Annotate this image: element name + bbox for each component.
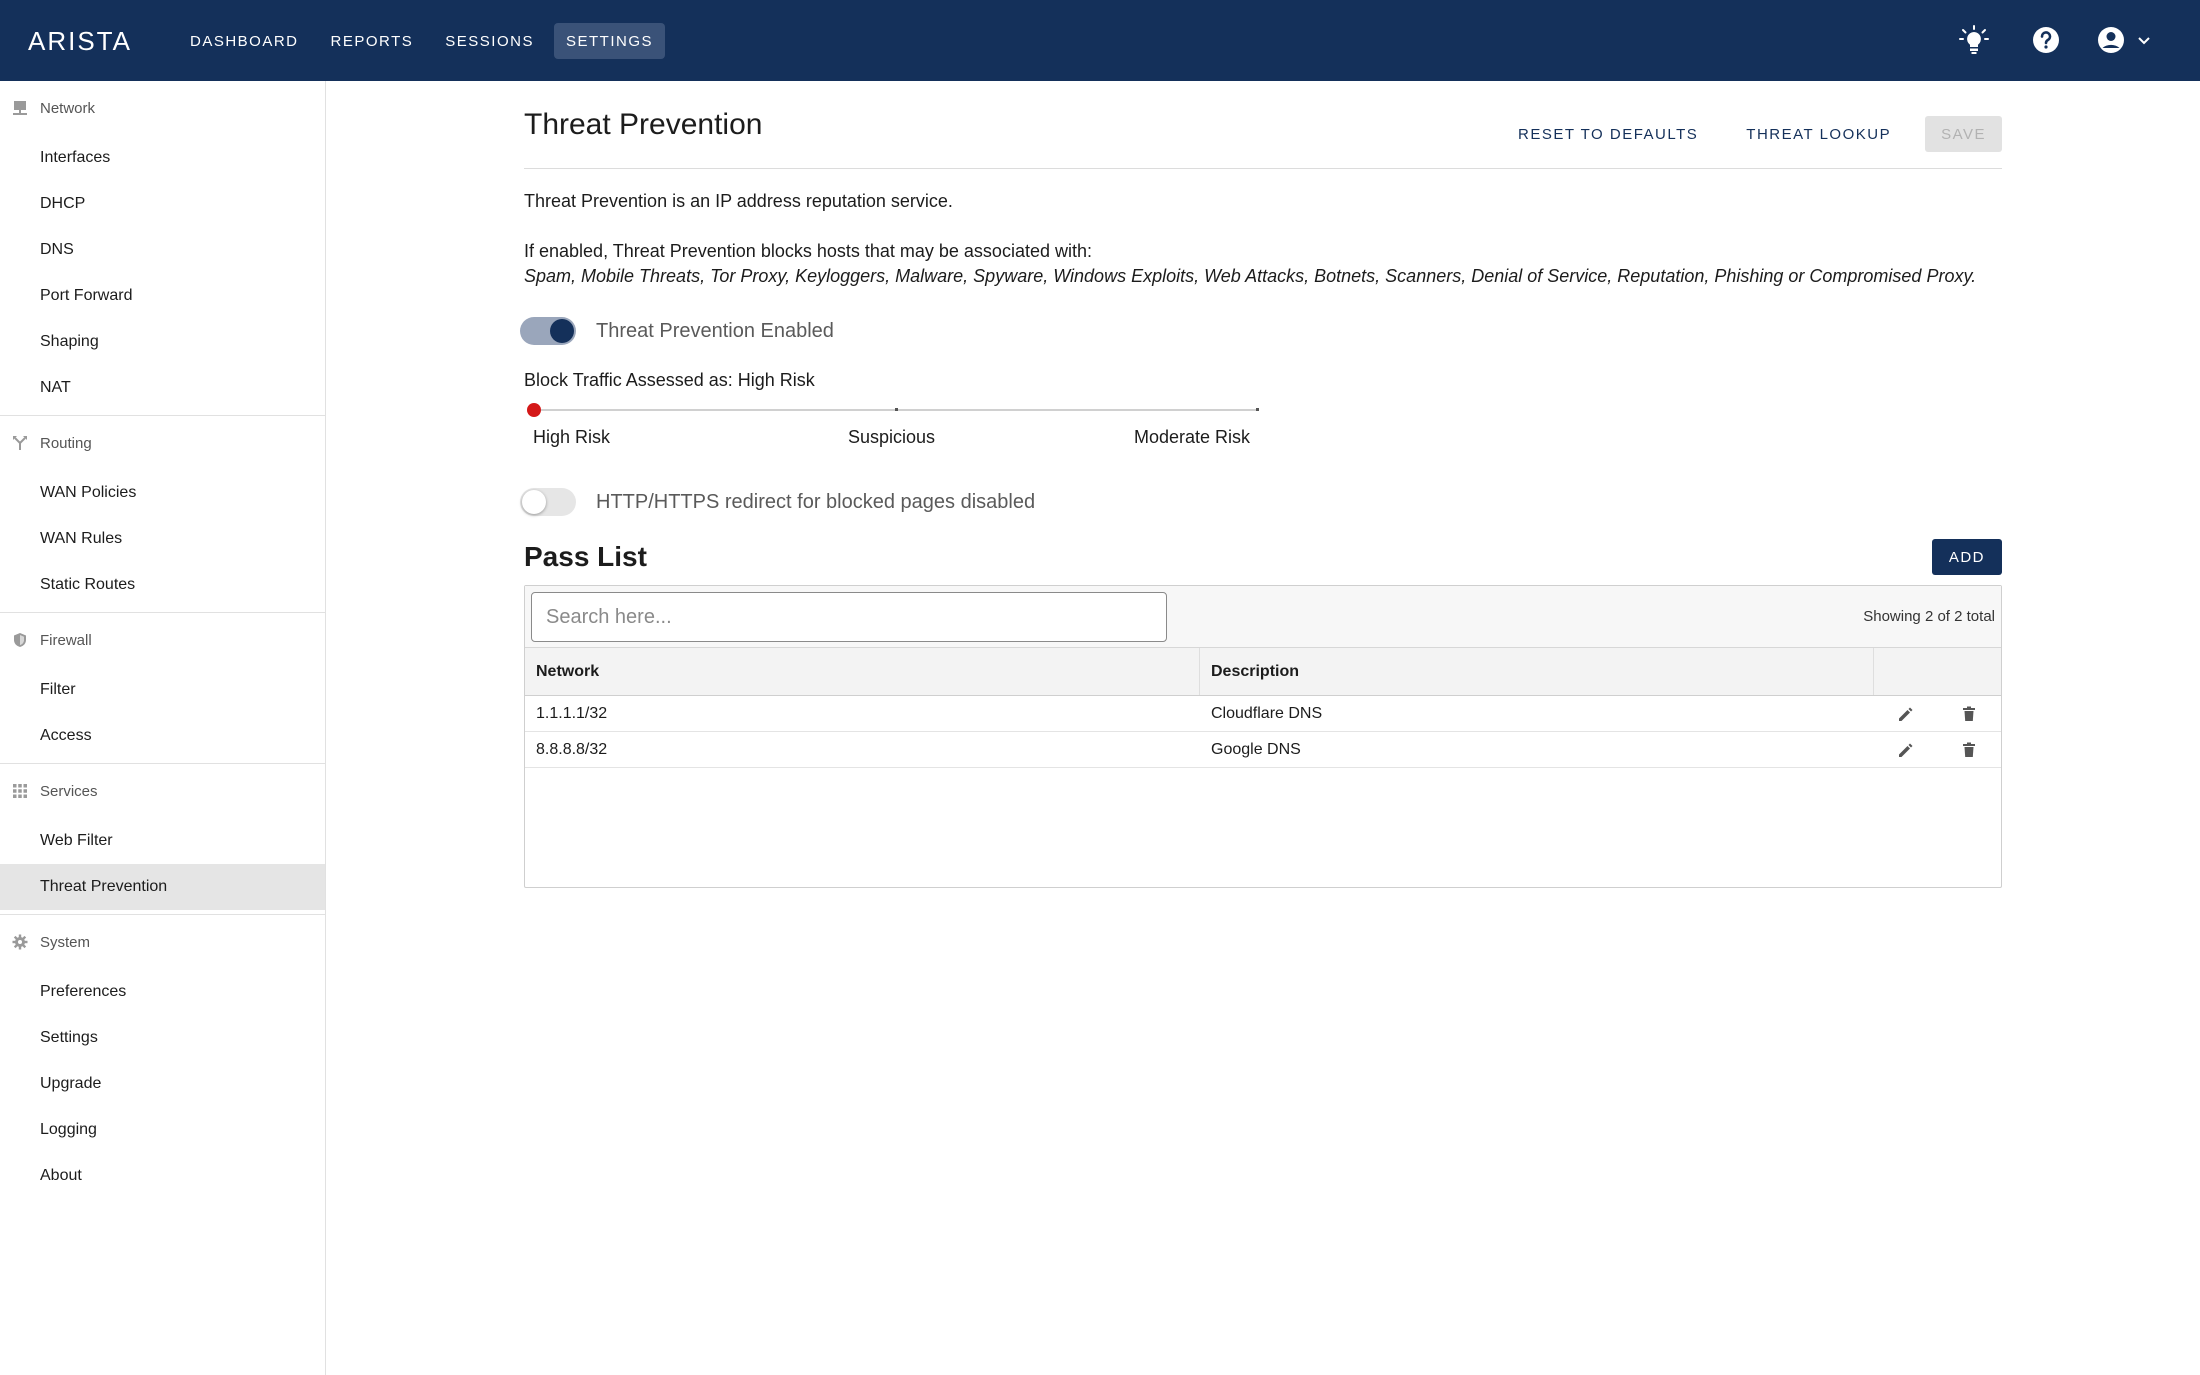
sidebar-item-nat[interactable]: NAT (0, 365, 325, 411)
header-actions: RESET TO DEFAULTS THREAT LOOKUP SAVE (1504, 116, 2002, 152)
sidebar-item-dhcp[interactable]: DHCP (0, 181, 325, 227)
main-nav: DASHBOARD REPORTS SESSIONS SETTINGS (178, 23, 665, 59)
sidebar-section-label: Services (40, 782, 98, 800)
pass-list-table: Showing 2 of 2 total Network Description… (524, 585, 2002, 888)
redirect-toggle[interactable] (520, 488, 576, 516)
block-traffic-label: Block Traffic Assessed as: High Risk (524, 370, 815, 390)
cell-description: Cloudflare DNS (1211, 704, 1323, 722)
sidebar-section-routing: Routing WAN Policies WAN Rules Static Ro… (0, 416, 325, 613)
sidebar-item-wan-policies[interactable]: WAN Policies (0, 470, 325, 516)
table-row[interactable]: 8.8.8.8/32 Google DNS (525, 732, 2001, 768)
sidebar-item-access[interactable]: Access (0, 713, 325, 759)
grid-icon (13, 784, 27, 798)
enabled-intro-text: If enabled, Threat Prevention blocks hos… (524, 241, 1092, 261)
lightbulb-icon[interactable] (1952, 18, 1996, 62)
delete-icon[interactable] (1955, 736, 1983, 764)
slider-label-moderate-risk: Moderate Risk (1134, 427, 1251, 447)
nav-reports[interactable]: REPORTS (319, 23, 426, 59)
column-header-actions (1874, 648, 2001, 695)
threat-prevention-enabled-toggle[interactable] (520, 317, 576, 345)
slider-label-high-risk: High Risk (533, 427, 611, 447)
main-content: Threat Prevention RESET TO DEFAULTS THRE… (520, 81, 2002, 888)
top-icons (1952, 18, 2160, 62)
gear-icon (12, 934, 28, 950)
sidebar-item-settings[interactable]: Settings (0, 1015, 325, 1061)
routing-icon (13, 436, 27, 450)
sidebar-section-header: Routing (0, 416, 325, 470)
table-header: Network Description (525, 648, 2001, 696)
cell-description: Google DNS (1211, 740, 1301, 758)
sidebar-item-static-routes[interactable]: Static Routes (0, 562, 325, 608)
sidebar-section-services: Services Web Filter Threat Prevention (0, 764, 325, 915)
account-icon[interactable] (2096, 18, 2160, 62)
sidebar-section-label: System (40, 933, 91, 951)
redirect-toggle-row: HTTP/HTTPS redirect for blocked pages di… (520, 488, 1035, 516)
sidebar-section-header: Services (0, 764, 325, 818)
search-input[interactable] (531, 592, 1167, 642)
sidebar-item-dns[interactable]: DNS (0, 227, 325, 273)
sidebar-section-header: Network (0, 81, 325, 135)
threat-categories-text: Spam, Mobile Threats, Tor Proxy, Keylogg… (524, 266, 1977, 286)
slider-tick (1256, 408, 1259, 411)
column-header-description[interactable]: Description (1200, 648, 1874, 695)
save-button[interactable]: SAVE (1925, 116, 2002, 152)
sidebar-item-preferences[interactable]: Preferences (0, 969, 325, 1015)
slider-label-suspicious: Suspicious (848, 427, 936, 447)
table-toolbar: Showing 2 of 2 total (525, 586, 2001, 648)
sidebar-item-interfaces[interactable]: Interfaces (0, 135, 325, 181)
sidebar-item-upgrade[interactable]: Upgrade (0, 1061, 325, 1107)
sidebar: Network Interfaces DHCP DNS Port Forward… (0, 81, 326, 1375)
threat-lookup-button[interactable]: THREAT LOOKUP (1732, 116, 1905, 152)
sidebar-section-system: System Preferences Settings Upgrade Logg… (0, 915, 325, 1203)
help-icon[interactable] (2024, 18, 2068, 62)
add-button[interactable]: ADD (1931, 539, 2002, 575)
edit-icon[interactable] (1892, 700, 1920, 728)
chevron-down-icon[interactable] (2136, 32, 2152, 48)
cell-network: 8.8.8.8/32 (536, 740, 608, 758)
row-count: Showing 2 of 2 total (1863, 608, 1995, 625)
sidebar-item-filter[interactable]: Filter (0, 667, 325, 713)
threat-prevention-enabled-label: Threat Prevention Enabled (596, 319, 834, 342)
service-description: Threat Prevention is an IP address reput… (524, 191, 953, 211)
arista-logo[interactable]: ARISTA (28, 26, 132, 57)
sidebar-item-about[interactable]: About (0, 1153, 325, 1199)
sidebar-section-label: Routing (40, 434, 92, 452)
top-bar: ARISTA DASHBOARD REPORTS SESSIONS SETTIN… (0, 0, 2200, 81)
sidebar-item-logging[interactable]: Logging (0, 1107, 325, 1153)
sidebar-item-web-filter[interactable]: Web Filter (0, 818, 325, 864)
slider-tick (895, 408, 898, 411)
page-title: Threat Prevention (524, 107, 763, 141)
cell-network: 1.1.1.1/32 (536, 704, 608, 722)
reset-to-defaults-button[interactable]: RESET TO DEFAULTS (1504, 116, 1712, 152)
sidebar-section-label: Firewall (40, 631, 92, 649)
row-actions (1874, 732, 2001, 767)
sidebar-section-firewall: Firewall Filter Access (0, 613, 325, 764)
enabled-toggle-row: Threat Prevention Enabled (520, 317, 834, 345)
delete-icon[interactable] (1955, 700, 1983, 728)
nav-settings[interactable]: SETTINGS (553, 23, 665, 59)
sidebar-section-network: Network Interfaces DHCP DNS Port Forward… (0, 81, 325, 416)
pass-list-title: Pass List (524, 541, 647, 572)
edit-icon[interactable] (1892, 736, 1920, 764)
nav-sessions[interactable]: SESSIONS (433, 23, 546, 59)
sidebar-section-header: System (0, 915, 325, 969)
column-header-network[interactable]: Network (525, 648, 1200, 695)
sidebar-section-header: Firewall (0, 613, 325, 667)
table-row[interactable]: 1.1.1.1/32 Cloudflare DNS (525, 696, 2001, 732)
sidebar-item-threat-prevention[interactable]: Threat Prevention (0, 864, 325, 910)
sidebar-item-wan-rules[interactable]: WAN Rules (0, 516, 325, 562)
network-icon (13, 101, 27, 115)
sidebar-item-port-forward[interactable]: Port Forward (0, 273, 325, 319)
slider-thumb[interactable] (527, 403, 541, 417)
risk-level-slider[interactable]: High Risk Suspicious Moderate Risk (527, 401, 1259, 447)
sidebar-item-shaping[interactable]: Shaping (0, 319, 325, 365)
redirect-toggle-label: HTTP/HTTPS redirect for blocked pages di… (596, 490, 1036, 513)
nav-dashboard[interactable]: DASHBOARD (178, 23, 311, 59)
page-header: Threat Prevention RESET TO DEFAULTS THRE… (524, 81, 2002, 169)
shield-icon (14, 633, 26, 647)
row-actions (1874, 696, 2001, 731)
sidebar-section-label: Network (40, 99, 96, 117)
